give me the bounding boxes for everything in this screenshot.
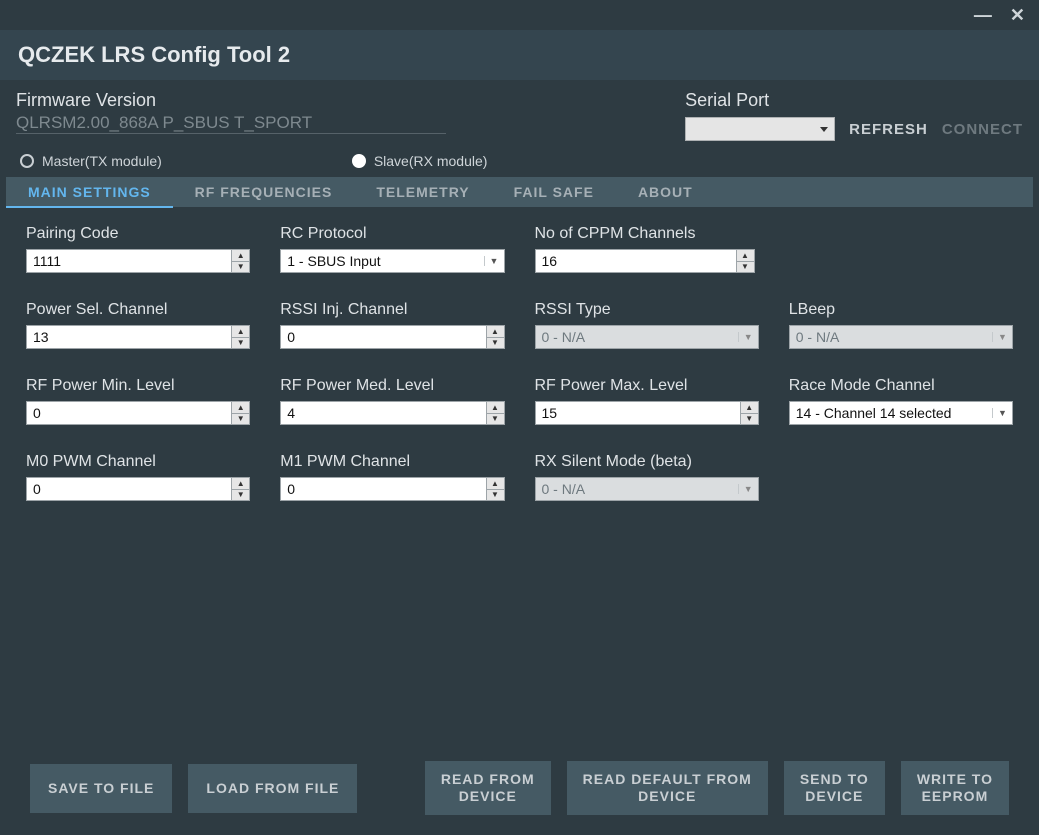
tab-rf-frequencies[interactable]: RF FREQUENCIES [173, 177, 355, 207]
window-controls: — ✕ [0, 0, 1039, 30]
spinner-buttons[interactable]: ▲▼ [736, 250, 754, 272]
chevron-down-icon: ▼ [992, 408, 1012, 418]
tab-about[interactable]: ABOUT [616, 177, 715, 207]
read-default-from-device-button[interactable]: READ DEFAULT FROM DEVICE [567, 761, 768, 815]
radio-master-label: Master(TX module) [42, 153, 162, 169]
write-to-eeprom-button[interactable]: WRITE TO EEPROM [901, 761, 1009, 815]
power-sel-channel-input[interactable]: ▲▼ [26, 325, 250, 349]
rf-power-med-label: RF Power Med. Level [280, 377, 504, 395]
rx-silent-mode-select: 0 - N/A ▼ [535, 477, 759, 501]
cppm-channels-label: No of CPPM Channels [535, 225, 759, 243]
tab-fail-safe[interactable]: FAIL SAFE [492, 177, 616, 207]
m0-pwm-channel-field[interactable] [27, 478, 231, 500]
rf-power-med-field[interactable] [281, 402, 485, 424]
rc-protocol-select[interactable]: 1 - SBUS Input ▼ [280, 249, 504, 273]
radio-slave[interactable]: Slave(RX module) [352, 153, 488, 169]
m0-pwm-channel-input[interactable]: ▲▼ [26, 477, 250, 501]
tab-bar: MAIN SETTINGS RF FREQUENCIES TELEMETRY F… [6, 177, 1033, 207]
lbeep-value: 0 - N/A [790, 329, 992, 345]
m1-pwm-channel-input[interactable]: ▲▼ [280, 477, 504, 501]
minimize-icon[interactable]: — [974, 5, 992, 26]
rf-power-max-label: RF Power Max. Level [535, 377, 759, 395]
close-icon[interactable]: ✕ [1010, 5, 1025, 26]
lbeep-label: LBeep [789, 301, 1013, 319]
chevron-down-icon: ▼ [738, 332, 758, 342]
race-mode-channel-label: Race Mode Channel [789, 377, 1013, 395]
rc-protocol-value: 1 - SBUS Input [281, 253, 483, 269]
rc-protocol-label: RC Protocol [280, 225, 504, 243]
save-to-file-button[interactable]: SAVE TO FILE [30, 764, 172, 813]
tab-main-settings[interactable]: MAIN SETTINGS [6, 178, 173, 208]
race-mode-channel-select[interactable]: 14 - Channel 14 selected ▼ [789, 401, 1013, 425]
cppm-channels-input[interactable]: ▲▼ [535, 249, 755, 273]
power-sel-channel-field[interactable] [27, 326, 231, 348]
rf-power-max-input[interactable]: ▲▼ [535, 401, 759, 425]
rf-power-min-label: RF Power Min. Level [26, 377, 250, 395]
radio-slave-label: Slave(RX module) [374, 153, 488, 169]
rssi-inj-channel-field[interactable] [281, 326, 485, 348]
rf-power-max-field[interactable] [536, 402, 740, 424]
m1-pwm-channel-label: M1 PWM Channel [280, 453, 504, 471]
spinner-buttons[interactable]: ▲▼ [740, 402, 758, 424]
rssi-type-value: 0 - N/A [536, 329, 738, 345]
rf-power-min-input[interactable]: ▲▼ [26, 401, 250, 425]
spinner-buttons[interactable]: ▲▼ [231, 402, 249, 424]
spinner-buttons[interactable]: ▲▼ [231, 478, 249, 500]
spinner-buttons[interactable]: ▲▼ [486, 478, 504, 500]
rssi-inj-channel-input[interactable]: ▲▼ [280, 325, 504, 349]
rf-power-min-field[interactable] [27, 402, 231, 424]
spinner-buttons[interactable]: ▲▼ [231, 326, 249, 348]
pairing-code-input[interactable]: ▲▼ [26, 249, 250, 273]
read-from-device-button[interactable]: READ FROM DEVICE [425, 761, 551, 815]
radio-icon [20, 154, 34, 168]
rx-silent-mode-value: 0 - N/A [536, 481, 738, 497]
load-from-file-button[interactable]: LOAD FROM FILE [188, 764, 357, 813]
spinner-buttons[interactable]: ▲▼ [486, 402, 504, 424]
chevron-down-icon: ▼ [992, 332, 1012, 342]
refresh-button[interactable]: REFRESH [849, 121, 928, 138]
firmware-version-value: QLRSM2.00_868A P_SBUS T_SPORT [16, 113, 446, 134]
m1-pwm-channel-field[interactable] [281, 478, 485, 500]
rssi-type-select: 0 - N/A ▼ [535, 325, 759, 349]
rssi-type-label: RSSI Type [535, 301, 759, 319]
race-mode-channel-value: 14 - Channel 14 selected [790, 405, 992, 421]
cppm-channels-field[interactable] [536, 250, 736, 272]
rx-silent-mode-label: RX Silent Mode (beta) [535, 453, 759, 471]
tab-telemetry[interactable]: TELEMETRY [354, 177, 491, 207]
lbeep-select: 0 - N/A ▼ [789, 325, 1013, 349]
chevron-down-icon: ▼ [738, 484, 758, 494]
rf-power-med-input[interactable]: ▲▼ [280, 401, 504, 425]
serial-port-label: Serial Port [685, 90, 1023, 111]
spinner-buttons[interactable]: ▲▼ [231, 250, 249, 272]
power-sel-channel-label: Power Sel. Channel [26, 301, 250, 319]
send-to-device-button[interactable]: SEND TO DEVICE [784, 761, 885, 815]
connect-button[interactable]: CONNECT [942, 121, 1023, 138]
pairing-code-field[interactable] [27, 250, 231, 272]
rssi-inj-channel-label: RSSI Inj. Channel [280, 301, 504, 319]
pairing-code-label: Pairing Code [26, 225, 250, 243]
firmware-version-label: Firmware Version [16, 90, 645, 111]
m0-pwm-channel-label: M0 PWM Channel [26, 453, 250, 471]
app-title: QCZEK LRS Config Tool 2 [0, 30, 1039, 80]
serial-port-select[interactable] [685, 117, 835, 141]
spinner-buttons[interactable]: ▲▼ [486, 326, 504, 348]
radio-master[interactable]: Master(TX module) [20, 153, 162, 169]
chevron-down-icon: ▼ [484, 256, 504, 266]
radio-icon [352, 154, 366, 168]
